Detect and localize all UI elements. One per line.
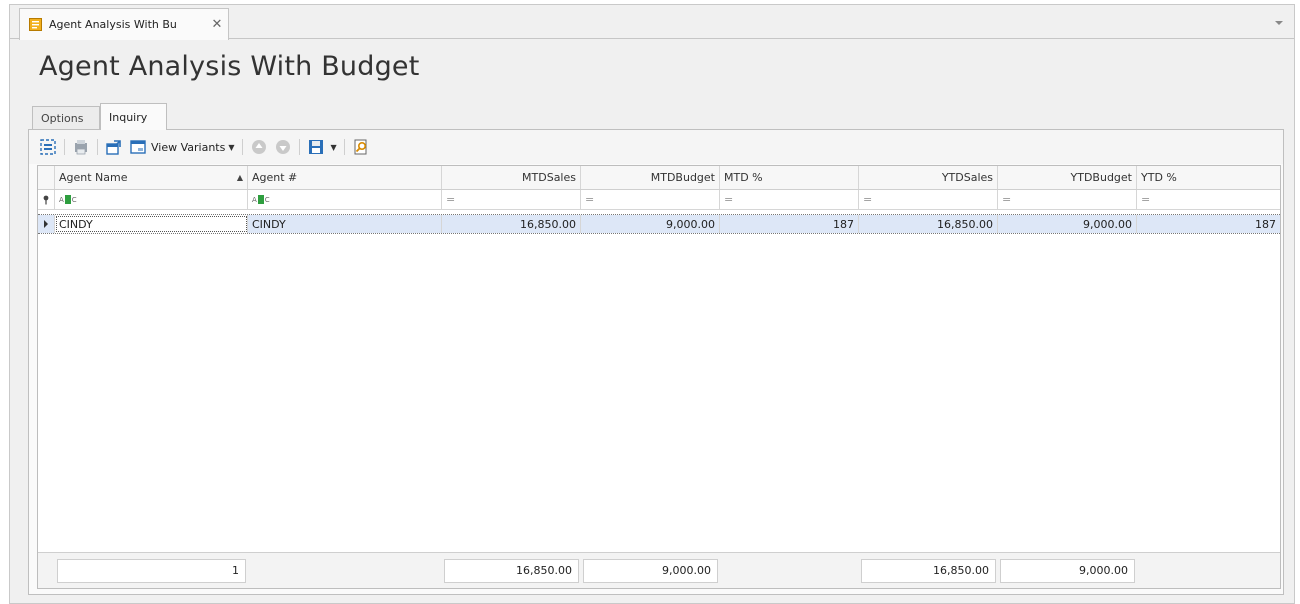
column-header-ytd-sales[interactable]: YTDSales — [859, 166, 998, 189]
footer-mtd-budget-cell: 9,000.00 — [581, 553, 720, 588]
group-panel-icon[interactable] — [39, 136, 57, 158]
toolbar-separator — [97, 139, 98, 155]
sort-ascending-icon: ▲ — [236, 173, 243, 182]
tab-inquiry-label: Inquiry — [109, 110, 148, 124]
view-variants-label: View Variants — [151, 140, 226, 154]
doc-tab-agent-analysis[interactable]: Agent Analysis With Bu ✕ — [19, 8, 229, 40]
filter-ytd-sales[interactable]: = — [859, 190, 998, 209]
down-icon[interactable] — [274, 136, 292, 158]
cell-agent-name[interactable]: CINDY — [55, 215, 248, 233]
grid-summary-footer: 1 16,850.00 9,000.00 16,850.00 9,000.00 — [38, 552, 1280, 588]
footer-ytd-sales: 16,850.00 — [861, 558, 996, 583]
document-tab-strip: Agent Analysis With Bu ✕ — [10, 5, 1294, 40]
grid-toolbar: View Variants ▼ ▼ — [29, 130, 1283, 164]
column-header-mtd-budget[interactable]: MTDBudget — [581, 166, 720, 189]
page-title: Agent Analysis With Budget — [39, 51, 420, 82]
column-header-mtd-sales[interactable]: MTDSales — [442, 166, 581, 189]
tab-inquiry[interactable]: Inquiry — [100, 103, 167, 130]
print-preview-icon[interactable] — [72, 136, 90, 158]
cell-ytd-sales[interactable]: 16,850.00 — [859, 215, 998, 233]
inquiry-grid: Agent Name ▲ Agent # MTDSales MTDBudget … — [37, 165, 1281, 589]
footer-count-cell: 1 — [55, 553, 248, 588]
toolbar-separator — [343, 139, 345, 155]
filter-ytd-budget[interactable]: = — [998, 190, 1137, 209]
view-variants-button[interactable]: View Variants ▼ — [129, 136, 235, 158]
filter-agent-name[interactable]: AC — [55, 190, 248, 209]
column-header-ytd-budget[interactable]: YTDBudget — [998, 166, 1137, 189]
document-window: Agent Analysis With Bu ✕ Agent Analysis … — [9, 4, 1295, 604]
filter-agent-no[interactable]: AC — [248, 190, 442, 209]
footer-mtd-sales: 16,850.00 — [444, 558, 579, 583]
equals-filter-icon: = — [863, 193, 873, 206]
doc-tab-title: Agent Analysis With Bu — [49, 18, 177, 31]
footer-empty-cell — [248, 553, 442, 588]
cell-ytd-pct[interactable]: 187 — [1137, 215, 1280, 233]
up-icon[interactable] — [250, 136, 268, 158]
column-header-mtd-pct[interactable]: MTD % — [720, 166, 859, 189]
equals-filter-icon: = — [1002, 193, 1012, 206]
footer-indicator-spacer — [38, 553, 55, 588]
close-tab-icon[interactable]: ✕ — [206, 17, 228, 32]
column-header-label: MTDBudget — [650, 171, 715, 184]
column-header-agent-name[interactable]: Agent Name ▲ — [55, 166, 248, 189]
column-header-ytd-pct[interactable]: YTD % — [1137, 166, 1280, 189]
cell-mtd-budget[interactable]: 9,000.00 — [581, 215, 720, 233]
footer-empty-cell — [1137, 553, 1280, 588]
view-variants-icon — [129, 138, 147, 156]
footer-ytd-budget-cell: 9,000.00 — [998, 553, 1137, 588]
cell-ytd-budget[interactable]: 9,000.00 — [998, 215, 1137, 233]
auto-filter-row: AC AC = = = = = = — [38, 190, 1280, 210]
toolbar-separator — [298, 139, 300, 155]
toolbar-separator — [241, 139, 243, 155]
cell-mtd-pct[interactable]: 187 — [720, 215, 859, 233]
abc-filter-icon: AC — [59, 195, 77, 204]
equals-filter-icon: = — [724, 193, 734, 206]
footer-ytd-sales-cell: 16,850.00 — [859, 553, 998, 588]
column-header-label: Agent # — [252, 171, 298, 184]
column-header-label: MTD % — [724, 171, 763, 184]
cell-agent-no[interactable]: CINDY — [248, 215, 442, 233]
footer-ytd-budget: 9,000.00 — [1000, 558, 1135, 583]
tab-options[interactable]: Options — [32, 106, 100, 129]
footer-mtd-sales-cell: 16,850.00 — [442, 553, 581, 588]
tab-list-dropdown-icon[interactable] — [1274, 17, 1284, 27]
equals-filter-icon: = — [1141, 193, 1151, 206]
footer-count: 1 — [57, 558, 246, 583]
filter-mtd-pct[interactable]: = — [720, 190, 859, 209]
filter-mtd-sales[interactable]: = — [442, 190, 581, 209]
row-focus-arrow-icon — [38, 215, 55, 233]
row-indicator-header — [38, 166, 55, 189]
equals-filter-icon: = — [446, 193, 456, 206]
cell-mtd-sales[interactable]: 16,850.00 — [442, 215, 581, 233]
inquiry-panel: View Variants ▼ ▼ Agent Name ▲ Agent # M… — [28, 129, 1284, 595]
dropdown-icon[interactable]: ▼ — [331, 136, 337, 158]
filter-mtd-budget[interactable]: = — [581, 190, 720, 209]
column-header-label: YTD % — [1141, 171, 1177, 184]
abc-filter-icon: AC — [252, 195, 270, 204]
export-window-icon[interactable] — [105, 136, 123, 158]
equals-filter-icon: = — [585, 193, 595, 206]
footer-mtd-budget: 9,000.00 — [583, 558, 718, 583]
column-header-label: MTDSales — [522, 171, 576, 184]
chevron-down-icon: ▼ — [228, 142, 235, 152]
filter-pin-icon — [38, 190, 55, 209]
table-row[interactable]: CINDY CINDY 16,850.00 9,000.00 187 16,85… — [38, 214, 1280, 234]
footer-empty-cell — [720, 553, 859, 588]
grid-header-row: Agent Name ▲ Agent # MTDSales MTDBudget … — [38, 166, 1280, 190]
filter-ytd-pct[interactable]: = — [1137, 190, 1280, 209]
document-icon — [28, 17, 43, 32]
tab-options-label: Options — [41, 111, 84, 125]
save-layout-icon[interactable] — [307, 136, 325, 158]
column-header-agent-no[interactable]: Agent # — [248, 166, 442, 189]
column-header-label: YTDSales — [941, 171, 993, 184]
column-header-label: Agent Name — [59, 171, 128, 184]
toolbar-separator — [64, 139, 65, 155]
search-report-icon[interactable] — [352, 136, 370, 158]
column-header-label: YTDBudget — [1070, 171, 1132, 184]
